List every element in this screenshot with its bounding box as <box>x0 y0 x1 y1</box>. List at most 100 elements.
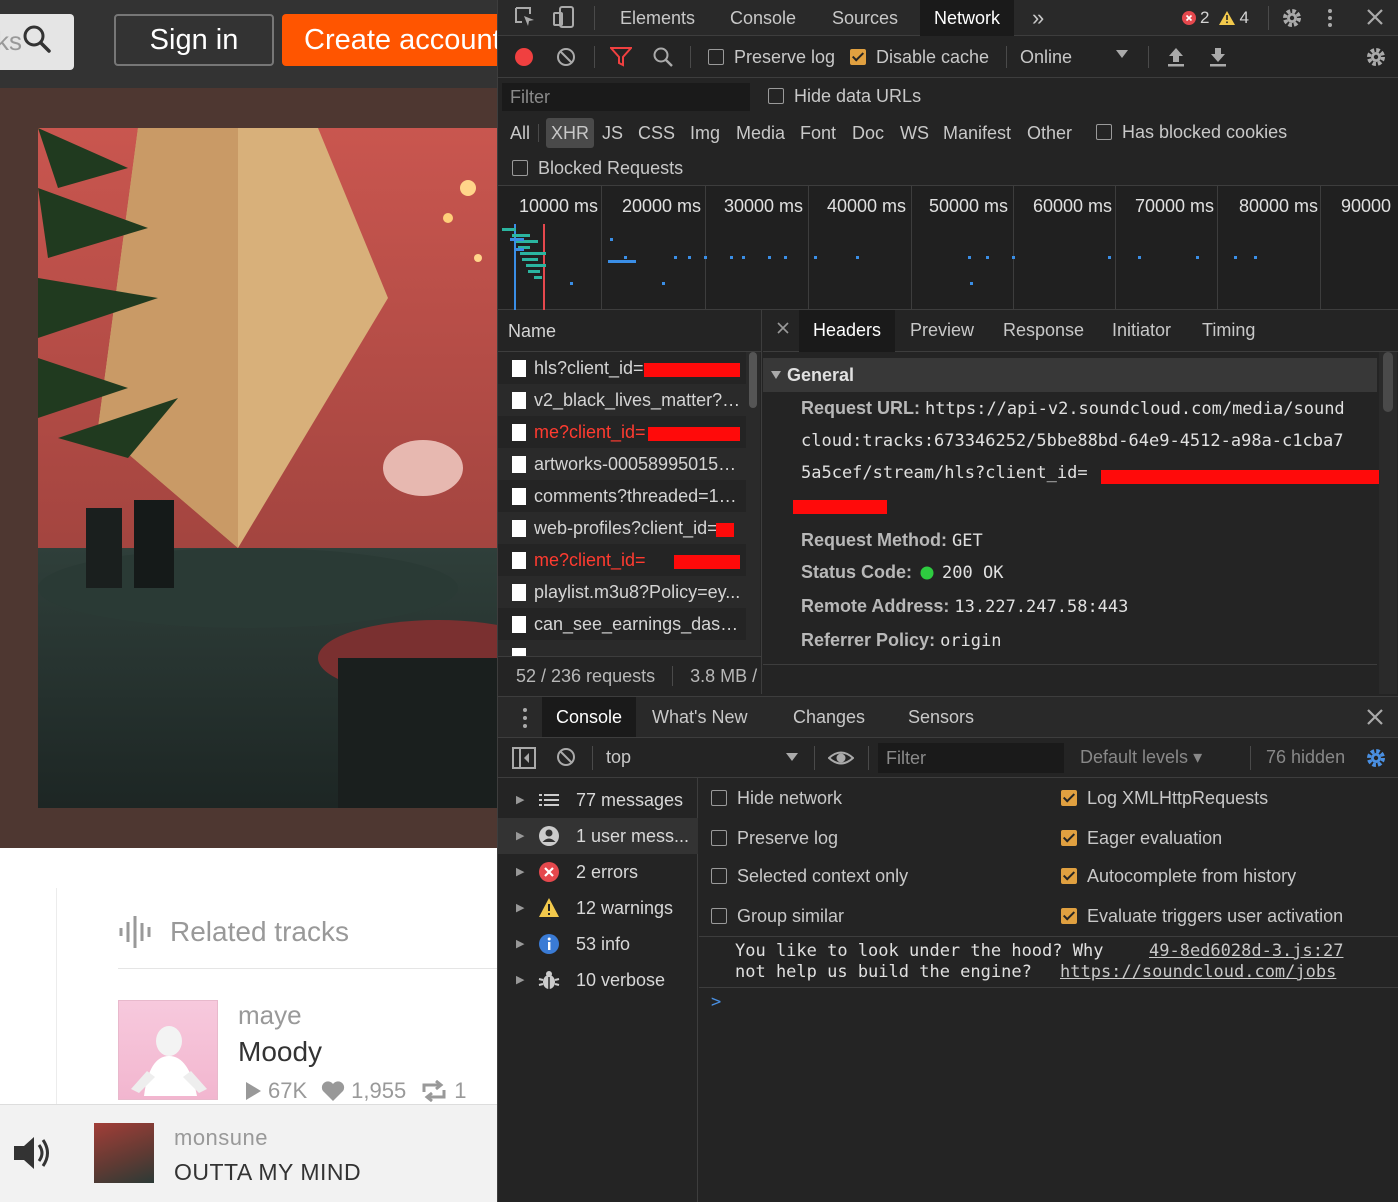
search-icon[interactable] <box>652 46 674 68</box>
expand-arrow-icon[interactable]: ▶ <box>516 962 524 998</box>
type-filter-all[interactable]: All <box>510 118 530 148</box>
settings-gear-icon[interactable] <box>1280 6 1304 30</box>
expand-arrow-icon[interactable]: ▶ <box>516 890 524 926</box>
network-settings-gear-icon[interactable] <box>1364 45 1388 69</box>
show-sidebar-icon[interactable] <box>512 747 536 769</box>
sidebar-item-info[interactable]: ▶ 53 info <box>498 926 698 962</box>
related-tracks-title[interactable]: Related tracks <box>170 916 349 948</box>
request-list-scrollbar[interactable] <box>746 352 760 656</box>
checkbox[interactable] <box>1061 790 1077 806</box>
request-row[interactable]: artworks-000589950152... <box>498 448 746 480</box>
search-icon[interactable] <box>22 24 52 54</box>
console-prompt-area[interactable]: > <box>699 988 1398 1202</box>
detail-scrollbar[interactable] <box>1379 352 1397 694</box>
more-options-icon[interactable] <box>1326 6 1334 30</box>
close-devtools-icon[interactable] <box>1366 8 1384 26</box>
autocomplete-history-checkbox[interactable]: Autocomplete from history <box>1061 866 1296 887</box>
tab-elements[interactable]: Elements <box>620 0 695 36</box>
checkbox[interactable] <box>512 160 528 176</box>
player-track-artist[interactable]: monsune <box>174 1125 268 1151</box>
related-track-artist[interactable]: maye <box>238 1000 302 1031</box>
type-filter-other[interactable]: Other <box>1027 118 1072 148</box>
checkbox[interactable] <box>708 49 724 65</box>
sidebar-item-messages[interactable]: ▶ 77 messages <box>498 782 698 818</box>
has-blocked-cookies-checkbox[interactable]: Has blocked cookies <box>1096 122 1287 143</box>
expand-arrow-icon[interactable]: ▶ <box>516 782 524 818</box>
device-toolbar-icon[interactable] <box>552 5 576 29</box>
request-row[interactable]: v2_black_lives_matter?c... <box>498 384 746 416</box>
selected-context-only-checkbox[interactable]: Selected context only <box>711 866 908 887</box>
scrollbar-thumb[interactable] <box>749 352 757 408</box>
tab-console[interactable]: Console <box>730 0 796 36</box>
log-levels-select[interactable]: Default levels ▾ <box>1080 747 1202 768</box>
search-input[interactable]: ks <box>0 14 74 70</box>
hide-data-urls-checkbox[interactable]: Hide data URLs <box>768 86 921 107</box>
dropdown-arrow-icon[interactable] <box>786 752 798 762</box>
checkbox[interactable] <box>711 830 727 846</box>
clear-console-icon[interactable] <box>556 747 576 767</box>
eager-evaluation-checkbox[interactable]: Eager evaluation <box>1061 828 1222 849</box>
filter-input[interactable]: Filter <box>502 83 750 111</box>
preserve-log-checkbox[interactable]: Preserve log <box>711 828 838 849</box>
drawer-tab-sensors[interactable]: Sensors <box>908 697 974 737</box>
related-track-artwork[interactable] <box>118 1000 218 1100</box>
request-row[interactable]: comments?threaded=1&... <box>498 480 746 512</box>
console-message-source-link[interactable]: 49-8ed6028d-3.js:27 <box>1149 941 1343 961</box>
evaluate-triggers-activation-checkbox[interactable]: Evaluate triggers user activation <box>1061 906 1343 927</box>
checkbox[interactable] <box>711 908 727 924</box>
tab-preview[interactable]: Preview <box>910 310 974 352</box>
request-row[interactable]: playlist.m3u8?Policy=ey... <box>498 576 746 608</box>
request-row-partial[interactable] <box>498 640 746 656</box>
checkbox[interactable] <box>711 790 727 806</box>
sidebar-item-verbose[interactable]: ▶ 10 verbose <box>498 962 698 998</box>
tab-network[interactable]: Network <box>920 0 1015 36</box>
track-artwork[interactable] <box>38 128 497 808</box>
import-har-icon[interactable] <box>1166 46 1186 68</box>
likes-stat[interactable]: 1,955 <box>321 1078 406 1104</box>
sidebar-item-errors[interactable]: ▶ 2 errors <box>498 854 698 890</box>
more-tabs-button[interactable]: » <box>1032 0 1044 36</box>
drawer-menu-icon[interactable] <box>522 707 528 729</box>
scrollbar-thumb[interactable] <box>1383 352 1393 412</box>
checkbox[interactable] <box>1096 124 1112 140</box>
tab-initiator[interactable]: Initiator <box>1112 310 1171 352</box>
type-filter-font[interactable]: Font <box>800 118 836 148</box>
sidebar-item-warnings[interactable]: ▶ 12 warnings <box>498 890 698 926</box>
type-filter-doc[interactable]: Doc <box>852 118 884 148</box>
general-section-header[interactable]: General <box>763 358 1377 392</box>
context-select[interactable]: top <box>606 747 631 768</box>
console-filter-input[interactable]: Filter <box>878 743 1064 773</box>
volume-icon[interactable] <box>12 1131 52 1175</box>
sidebar-item-user-messages[interactable]: ▶ 1 user mess... <box>498 818 698 854</box>
console-settings-gear-icon[interactable] <box>1364 746 1388 770</box>
expand-arrow-icon[interactable]: ▶ <box>516 854 524 890</box>
expand-arrow-icon[interactable]: ▶ <box>516 818 524 854</box>
close-drawer-icon[interactable] <box>1366 708 1384 726</box>
request-row[interactable]: can_see_earnings_dash... <box>498 608 746 640</box>
checkbox[interactable] <box>711 868 727 884</box>
create-account-button[interactable]: Create account <box>282 14 497 66</box>
player-track-artwork[interactable] <box>94 1123 154 1183</box>
preserve-log-checkbox[interactable]: Preserve log <box>708 47 835 68</box>
tab-response[interactable]: Response <box>1003 310 1084 352</box>
live-expression-eye-icon[interactable] <box>828 746 854 770</box>
console-message-url-link[interactable]: https://soundcloud.com/jobs <box>1060 962 1336 982</box>
network-overview-timeline[interactable]: 10000 ms 20000 ms 30000 ms 40000 ms 5000… <box>498 186 1398 310</box>
type-filter-media[interactable]: Media <box>736 118 785 148</box>
type-filter-xhr[interactable]: XHR <box>546 118 595 148</box>
related-track-title[interactable]: Moody <box>238 1036 322 1068</box>
log-xmlhttprequests-checkbox[interactable]: Log XMLHttpRequests <box>1061 788 1268 809</box>
drawer-tab-console[interactable]: Console <box>542 697 637 737</box>
checkbox[interactable] <box>850 49 866 65</box>
column-header-name[interactable]: Name <box>498 310 762 352</box>
dropdown-arrow-icon[interactable] <box>1116 49 1128 59</box>
throttling-select[interactable]: Online <box>1020 47 1072 68</box>
checkbox[interactable] <box>1061 830 1077 846</box>
checkbox[interactable] <box>1061 908 1077 924</box>
type-filter-img[interactable]: Img <box>690 118 720 148</box>
tab-timing[interactable]: Timing <box>1202 310 1255 352</box>
inspect-element-icon[interactable] <box>514 6 536 28</box>
close-detail-icon[interactable] <box>777 322 789 334</box>
hide-network-checkbox[interactable]: Hide network <box>711 788 842 809</box>
drawer-tab-changes[interactable]: Changes <box>793 697 865 737</box>
